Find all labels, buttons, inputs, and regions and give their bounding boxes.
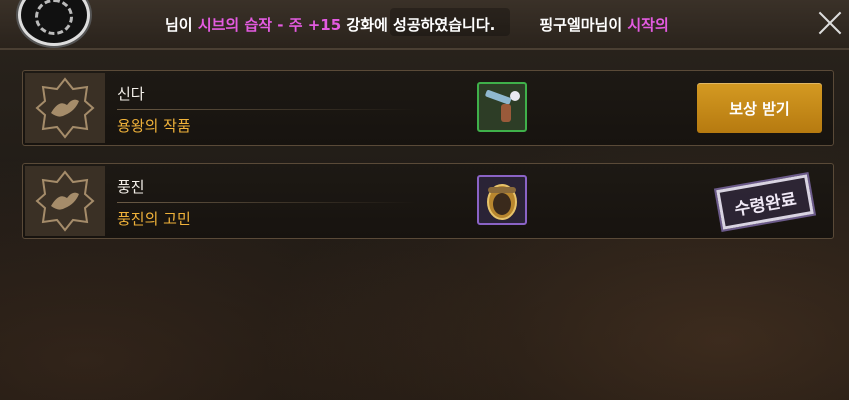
reward-name: 신다 — [117, 85, 145, 103]
reward-subtitle: 용왕의 작품 — [117, 117, 191, 135]
shield-bird-emblem-icon — [25, 73, 105, 143]
notification-ticker: 님이 시브의 습작 - 주 +15 강화에 성공하였습니다. 핑구엘마님이 시작의 — [165, 14, 669, 35]
ticker-msg1-prefix: 님이 — [165, 16, 198, 34]
ticker-msg1-highlight: 시브의 습작 - 주 +15 — [197, 16, 342, 34]
shield-bird-emblem-icon — [25, 166, 105, 236]
close-icon[interactable] — [817, 10, 843, 36]
reward-subtitle: 풍진의 고민 — [117, 210, 191, 228]
pistol-item-icon[interactable] — [477, 82, 527, 132]
ticker-msg2-highlight: 시작의 — [627, 16, 669, 34]
top-bar: 님이 시브의 습작 - 주 +15 강화에 성공하였습니다. 핑구엘마님이 시작의 — [0, 0, 849, 50]
row-divider — [117, 109, 417, 110]
claim-reward-button[interactable]: 보상 받기 — [697, 83, 822, 133]
row-divider — [117, 202, 417, 203]
reward-row: 풍진 풍진의 고민 수령완료 — [22, 163, 834, 239]
reward-name: 풍진 — [117, 178, 145, 196]
menu-emblem-icon[interactable] — [18, 0, 90, 46]
egg-item-icon[interactable] — [477, 175, 527, 225]
ticker-msg1-suffix: 강화에 성공하였습니다. — [341, 16, 496, 34]
reward-row: 신다 용왕의 작품 보상 받기 — [22, 70, 834, 146]
ticker-msg2-prefix: 핑구엘마님이 — [539, 16, 628, 34]
claimed-stamp: 수령완료 — [716, 174, 814, 230]
